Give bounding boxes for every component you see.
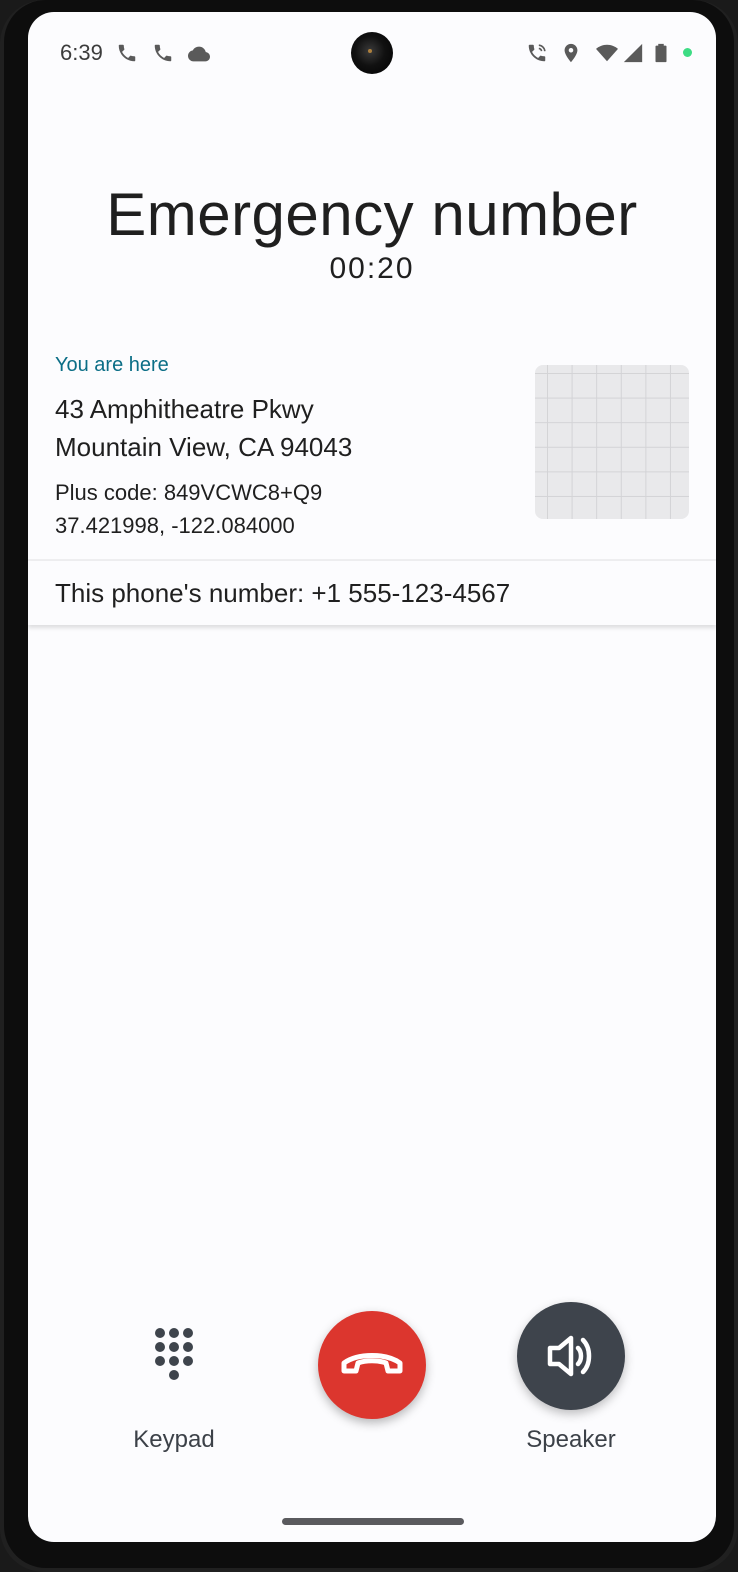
speaker-label: Speaker	[526, 1426, 616, 1453]
cloud-icon	[188, 46, 210, 62]
battery-icon	[655, 43, 667, 63]
status-bar: 6:39	[28, 12, 716, 92]
wifi-icon	[596, 44, 618, 62]
phone-number-row: This phone's number: +1 555-123-4567	[28, 561, 716, 625]
keypad-button[interactable]	[128, 1308, 220, 1400]
front-camera	[351, 32, 393, 74]
call-timer: 00:20	[329, 252, 415, 285]
keypad-label: Keypad	[133, 1426, 215, 1453]
status-time: 6:39	[60, 40, 103, 65]
phone-icon	[154, 44, 172, 62]
volume-up-icon	[547, 1335, 592, 1377]
speaker-button[interactable]	[517, 1302, 625, 1410]
phone-number-text: This phone's number: +1 555-123-4567	[55, 578, 511, 608]
device-bezel: 6:39 Emergency number 00:20 You are here…	[4, 0, 734, 1568]
plus-code: Plus code: 849VCWC8+Q9	[55, 480, 323, 505]
coordinates: 37.421998, -122.084000	[55, 513, 295, 538]
call-end-icon	[341, 1353, 403, 1374]
signal-icon	[623, 43, 643, 63]
location-icon	[564, 43, 578, 63]
map-thumbnail[interactable]	[535, 365, 689, 519]
device-frame: 6:39 Emergency number 00:20 You are here…	[0, 0, 738, 1572]
end-call-button[interactable]	[318, 1311, 426, 1419]
location-heading: You are here	[55, 354, 169, 376]
address-line-1: 43 Amphitheatre Pkwy	[55, 394, 314, 424]
call-title: Emergency number	[106, 181, 638, 248]
dialpad-icon	[155, 1328, 193, 1380]
phone-icon	[118, 44, 136, 62]
address-line-2: Mountain View, CA 94043	[55, 432, 353, 462]
wifi-calling-icon	[528, 44, 546, 62]
screen: 6:39 Emergency number 00:20 You are here…	[28, 12, 716, 1542]
privacy-indicator-dot	[683, 48, 692, 57]
gesture-nav-handle[interactable]	[282, 1518, 464, 1525]
